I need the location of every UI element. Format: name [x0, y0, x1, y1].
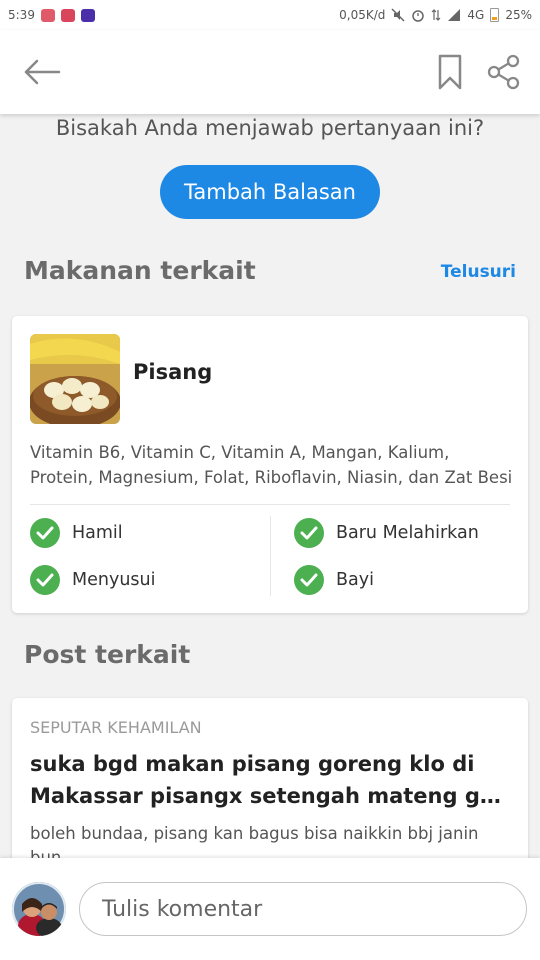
avatar[interactable] — [12, 882, 66, 936]
data-transfer-icon — [431, 9, 441, 21]
check-icon — [294, 565, 324, 595]
bookmark-icon — [438, 54, 462, 90]
comment-input[interactable] — [79, 882, 527, 936]
post-title-line: suka bgd makan pisang goreng klo di — [30, 752, 475, 776]
safety-label: Menyusui — [72, 570, 156, 590]
safety-label: Baru Melahirkan — [336, 523, 479, 543]
check-icon — [30, 565, 60, 595]
divider — [30, 504, 510, 505]
safety-item-bayi: Bayi — [294, 565, 374, 595]
post-card[interactable]: SEPUTAR KEHAMILAN suka bgd makan pisang … — [12, 698, 528, 878]
network-speed: 0,05K/d — [339, 8, 386, 22]
battery-level: 25% — [505, 8, 532, 22]
browse-link[interactable]: Telusuri — [441, 262, 516, 282]
battery-icon — [490, 8, 500, 22]
share-icon — [487, 54, 520, 90]
answer-prompt-text: Bisakah Anda menjawab pertanyaan ini? — [55, 116, 485, 140]
bookmark-button[interactable] — [428, 52, 472, 92]
post-title-line: Makassar pisangx setengah mateng g2 jdi … — [30, 784, 510, 808]
share-button[interactable] — [482, 52, 526, 92]
food-name: Pisang — [133, 360, 213, 384]
food-nutrients-line: Protein, Magnesium, Folat, Riboflavin, N… — [30, 468, 513, 487]
divider — [270, 516, 271, 596]
network-type: 4G — [467, 8, 485, 22]
comment-bar — [0, 858, 540, 960]
notification-app-icon — [40, 8, 55, 22]
post-excerpt-line: boleh bundaa, pisang kan bagus bisa naik… — [30, 824, 479, 843]
food-nutrients-line: Vitamin B6, Vitamin C, Vitamin A, Mangan… — [30, 443, 450, 462]
safety-label: Hamil — [72, 523, 123, 543]
app-bar — [0, 30, 540, 114]
add-reply-button[interactable]: Tambah Balasan — [160, 165, 380, 219]
notification-app-icon — [80, 8, 95, 22]
safety-item-baru-melahirkan: Baru Melahirkan — [294, 518, 479, 548]
safety-item-hamil: Hamil — [30, 518, 123, 548]
safety-label: Bayi — [336, 570, 374, 590]
status-bar: 5:39 0,05K/d 4G 25% — [0, 0, 540, 30]
banana-image — [30, 334, 120, 424]
check-icon — [30, 518, 60, 548]
alarm-icon — [412, 10, 425, 22]
status-time: 5:39 — [8, 8, 35, 22]
related-posts-title: Post terkait — [24, 640, 191, 669]
related-food-title: Makanan terkait — [24, 256, 256, 285]
mute-icon — [391, 8, 405, 22]
signal-icon — [448, 9, 461, 21]
check-icon — [294, 518, 324, 548]
food-card[interactable]: Pisang Vitamin B6, Vitamin C, Vitamin A,… — [12, 316, 528, 613]
back-button[interactable] — [20, 52, 64, 92]
food-nutrients: Vitamin B6, Vitamin C, Vitamin A, Mangan… — [30, 440, 514, 490]
notification-app-icon — [60, 8, 75, 22]
post-category: SEPUTAR KEHAMILAN — [30, 718, 202, 737]
post-title: suka bgd makan pisang goreng klo di Maka… — [30, 748, 510, 812]
safety-item-menyusui: Menyusui — [30, 565, 155, 595]
arrow-left-icon — [24, 59, 61, 85]
